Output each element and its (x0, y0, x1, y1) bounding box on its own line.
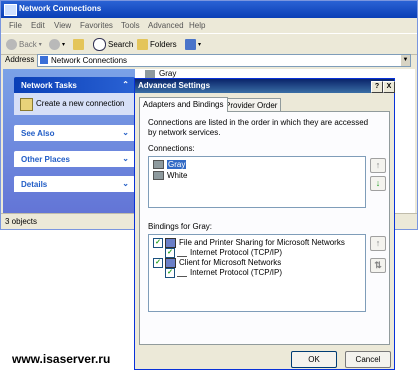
connection-item-gray[interactable]: Gray (153, 160, 187, 170)
dialog-title: Advanced Settings (138, 81, 211, 90)
up-folder-icon (73, 38, 84, 50)
connections-label: Connections: (148, 144, 195, 153)
checkbox-icon[interactable]: ✓ (153, 238, 163, 248)
window-title: Network Connections (19, 4, 102, 13)
toolbar: Back ▾ ▾ Search Folders ▾ (1, 33, 417, 55)
close-button[interactable]: X (383, 81, 395, 93)
protocol-icon (177, 249, 187, 257)
menu-favorites[interactable]: Favorites (80, 21, 113, 30)
network-tasks-panel: Network Tasks ⌃ Create a new connection (14, 77, 135, 115)
create-connection-task[interactable]: Create a new connection (14, 93, 135, 115)
status-object-count: 3 objects (5, 217, 38, 226)
network-adapter-icon (153, 171, 164, 181)
tab-adapters-bindings[interactable]: Adapters and Bindings (139, 97, 228, 112)
checkbox-icon[interactable]: ✓ (165, 248, 175, 258)
details-header[interactable]: Details ⌄ (14, 176, 135, 192)
connections-listbox[interactable]: Gray White (148, 156, 366, 208)
address-bar: Address Network Connections ▼ (1, 53, 417, 67)
menu-file[interactable]: File (9, 21, 22, 30)
help-button[interactable]: ? (371, 81, 383, 93)
details-panel[interactable]: Details ⌄ (14, 176, 135, 192)
network-adapter-icon[interactable] (145, 70, 155, 78)
move-up-button[interactable]: ↑ (370, 158, 386, 173)
move-down-button[interactable]: ↓ (370, 176, 386, 191)
expand-chevron-icon[interactable]: ⌄ (122, 179, 129, 188)
menu-view[interactable]: View (54, 21, 71, 30)
see-also-header[interactable]: See Also ⌄ (14, 125, 135, 141)
cancel-button[interactable]: Cancel (345, 351, 391, 368)
other-places-header[interactable]: Other Places ⌄ (14, 151, 135, 167)
views-button[interactable]: ▾ (185, 37, 201, 51)
expand-chevron-icon[interactable]: ⌄ (122, 128, 129, 137)
watermark-text: www.isaserver.ru (12, 352, 111, 366)
search-button[interactable]: Search (93, 37, 133, 51)
views-icon (185, 38, 196, 50)
address-field[interactable]: Network Connections ▼ (37, 54, 411, 67)
up-folder-button[interactable] (73, 37, 86, 51)
service-icon (165, 238, 176, 248)
dialog-titlebar[interactable]: Advanced Settings ? X (135, 79, 395, 93)
network-folder-icon (4, 4, 17, 16)
connection-item-white[interactable]: White (153, 171, 187, 181)
bindings-tree[interactable]: ✓ File and Printer Sharing for Microsoft … (148, 234, 366, 312)
address-label: Address (5, 55, 35, 64)
new-connection-icon (20, 98, 33, 111)
binding-tcpip-2[interactable]: ✓ Internet Protocol (TCP/IP) (165, 268, 282, 278)
window-titlebar[interactable]: Network Connections (1, 1, 417, 18)
chevron-down-icon[interactable]: ▼ (401, 55, 410, 66)
task-pane: Network Tasks ⌃ Create a new connection … (3, 69, 135, 213)
chevron-down-icon: ▾ (62, 41, 66, 48)
advanced-settings-dialog: Advanced Settings ? X Adapters and Bindi… (134, 78, 395, 370)
menu-tools[interactable]: Tools (121, 21, 140, 30)
back-button[interactable]: Back ▾ (6, 37, 42, 51)
binding-client-ms-networks[interactable]: ✓ Client for Microsoft Networks (153, 258, 281, 268)
search-icon (93, 37, 106, 51)
collapse-chevron-icon[interactable]: ⌃ (122, 80, 129, 89)
forward-arrow-icon (49, 38, 60, 50)
checkbox-icon[interactable]: ✓ (165, 268, 175, 278)
chevron-down-icon: ▾ (198, 41, 202, 48)
binding-file-printer-sharing[interactable]: ✓ File and Printer Sharing for Microsoft … (153, 238, 345, 248)
see-also-panel[interactable]: See Also ⌄ (14, 125, 135, 141)
client-icon (165, 258, 176, 268)
back-arrow-icon (6, 38, 17, 50)
adapters-bindings-page: Connections are listed in the order in w… (139, 111, 390, 345)
network-adapter-icon (153, 160, 164, 170)
binding-move-down-button[interactable]: ⇅ (370, 258, 386, 273)
protocol-icon (177, 269, 187, 277)
connection-gray-item[interactable]: Gray (159, 69, 176, 78)
binding-move-up-button[interactable]: ↑ (370, 236, 386, 251)
menu-bar: File Edit View Favorites Tools Advanced … (1, 19, 417, 32)
binding-tcpip-1[interactable]: ✓ Internet Protocol (TCP/IP) (165, 248, 282, 258)
menu-help[interactable]: Help (189, 21, 205, 30)
bindings-label: Bindings for Gray: (148, 222, 213, 231)
menu-advanced[interactable]: Advanced (148, 21, 184, 30)
forward-button[interactable]: ▾ (49, 37, 65, 51)
folders-icon (137, 38, 148, 50)
chevron-down-icon: ▾ (38, 41, 42, 48)
intro-text: Connections are listed in the order in w… (148, 118, 369, 137)
other-places-panel[interactable]: Other Places ⌄ (14, 151, 135, 167)
network-folder-icon (40, 56, 48, 64)
expand-chevron-icon[interactable]: ⌄ (122, 154, 129, 163)
folders-button[interactable]: Folders (137, 37, 177, 51)
menu-edit[interactable]: Edit (31, 21, 45, 30)
network-tasks-header[interactable]: Network Tasks ⌃ (14, 77, 135, 93)
checkbox-icon[interactable]: ✓ (153, 258, 163, 268)
tab-provider-order[interactable]: Provider Order (221, 98, 282, 112)
address-value: Network Connections (51, 56, 128, 65)
ok-button[interactable]: OK (291, 351, 337, 368)
